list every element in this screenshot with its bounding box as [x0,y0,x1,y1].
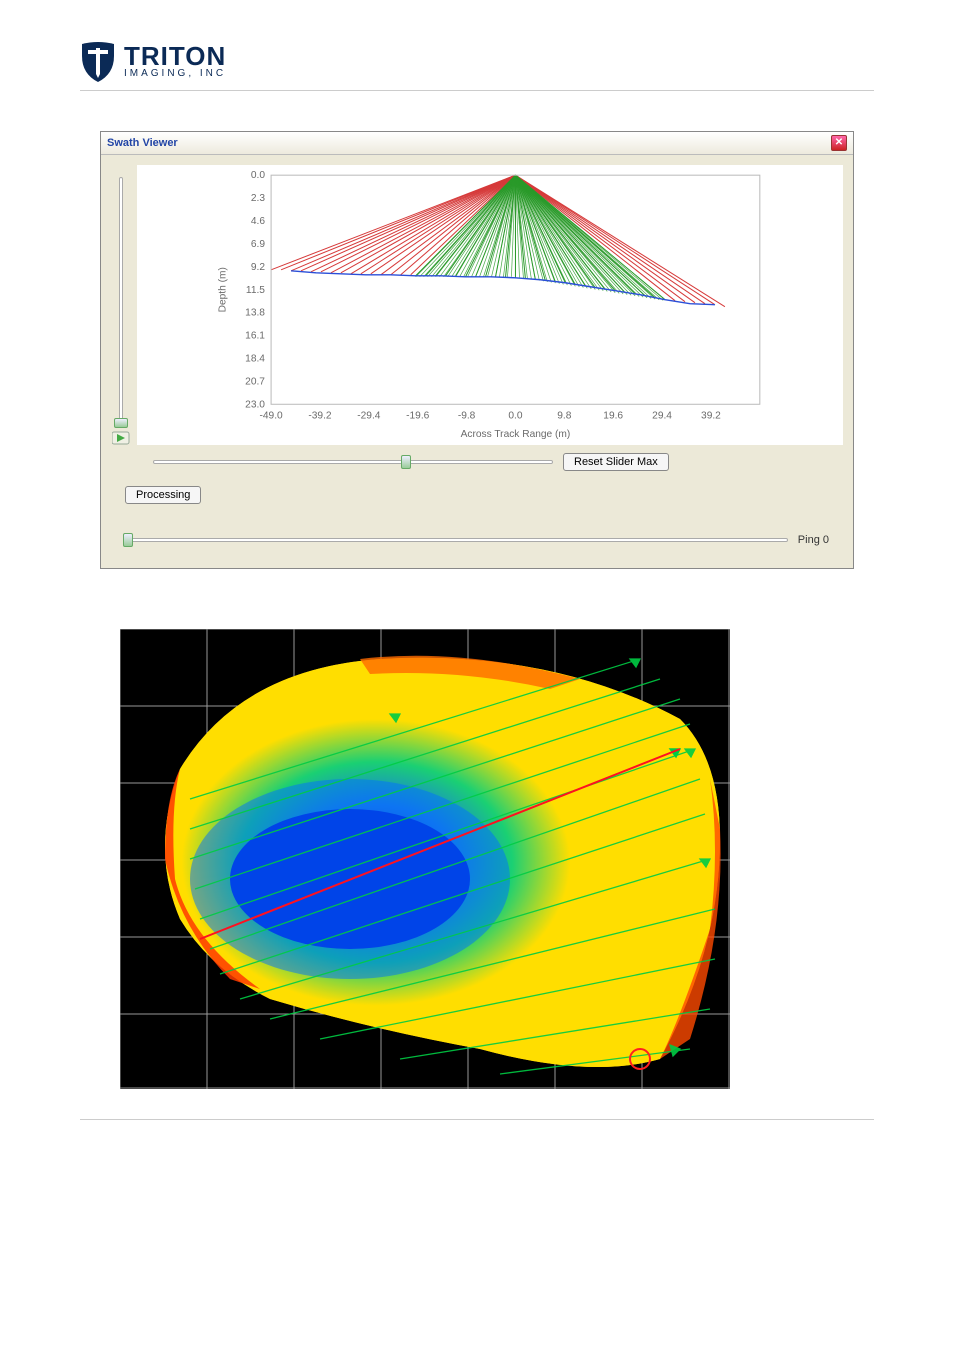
play-icon[interactable] [112,431,130,445]
svg-text:-39.2: -39.2 [308,411,332,422]
svg-text:6.9: 6.9 [251,239,265,250]
brand-subtitle: IMAGING, INC [124,69,226,79]
window-titlebar: Swath Viewer ✕ [101,132,853,155]
svg-text:2.3: 2.3 [251,193,265,204]
svg-text:-29.4: -29.4 [357,411,381,422]
svg-text:13.8: 13.8 [245,308,265,319]
svg-text:4.6: 4.6 [251,216,265,227]
svg-text:-49.0: -49.0 [259,411,283,422]
swath-chart: 0.02.34.66.99.211.513.816.118.420.723.0-… [137,165,843,445]
ping-slider[interactable] [125,538,788,542]
brand-name: TRITON [124,43,226,69]
svg-text:18.4: 18.4 [245,354,265,365]
svg-text:0.0: 0.0 [251,170,265,181]
svg-text:11.5: 11.5 [246,285,265,296]
vertical-depth-slider[interactable] [111,165,131,445]
svg-text:-9.8: -9.8 [458,411,476,422]
svg-text:9.8: 9.8 [557,411,571,422]
reset-slider-max-button[interactable]: Reset Slider Max [563,453,669,471]
svg-text:20.7: 20.7 [245,376,265,387]
svg-text:19.6: 19.6 [603,411,623,422]
footer-rule [80,1119,874,1120]
svg-text:39.2: 39.2 [701,411,721,422]
window-title: Swath Viewer [107,137,178,149]
svg-text:Depth (m): Depth (m) [217,267,228,312]
close-icon[interactable]: ✕ [831,135,847,151]
svg-text:-19.6: -19.6 [406,411,430,422]
svg-text:29.4: 29.4 [652,411,672,422]
svg-text:Across Track Range (m): Across Track Range (m) [461,429,571,440]
range-slider[interactable] [153,460,553,464]
svg-text:0.0: 0.0 [508,411,522,422]
swath-viewer-window: Swath Viewer ✕ 0.0 2.3 4.6 6.9 9.2 11.5 13.8 16… [100,131,854,569]
processing-button[interactable]: Processing [125,486,201,504]
svg-text:23.0: 23.0 [245,399,265,410]
bathymetry-map-image [120,629,834,1089]
ping-label: Ping 0 [798,534,829,546]
svg-text:16.1: 16.1 [245,331,265,342]
page-header: TRITON IMAGING, INC [80,40,874,91]
shield-icon [80,40,116,82]
svg-text:9.2: 9.2 [251,262,265,273]
brand-logo: TRITON IMAGING, INC [80,40,874,82]
